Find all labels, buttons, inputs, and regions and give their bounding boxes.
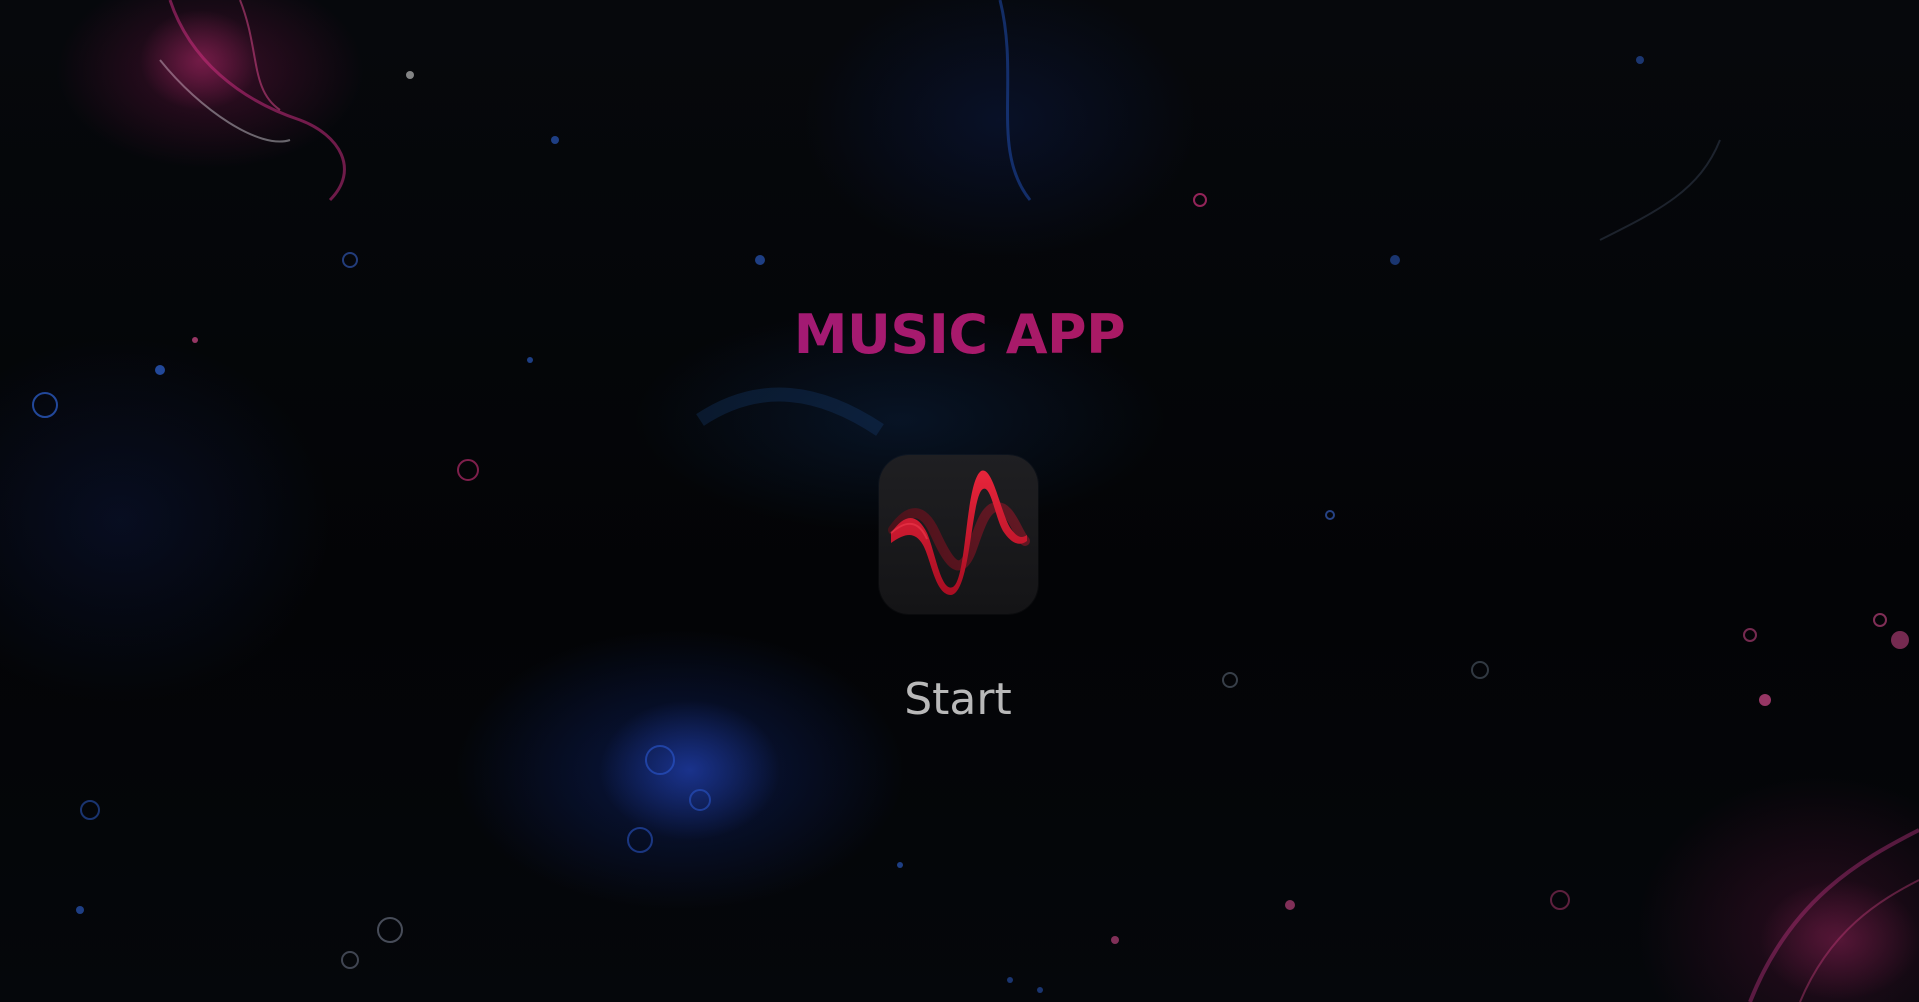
waveform-icon: [888, 470, 1030, 595]
start-button[interactable]: Start: [858, 665, 1058, 735]
landing-screen: MUSIC APP Start: [0, 0, 1919, 1002]
app-title: MUSIC APP: [0, 300, 1919, 370]
start-panel: MUSIC APP Start: [0, 0, 1919, 1002]
app-logo-button[interactable]: [879, 455, 1038, 614]
